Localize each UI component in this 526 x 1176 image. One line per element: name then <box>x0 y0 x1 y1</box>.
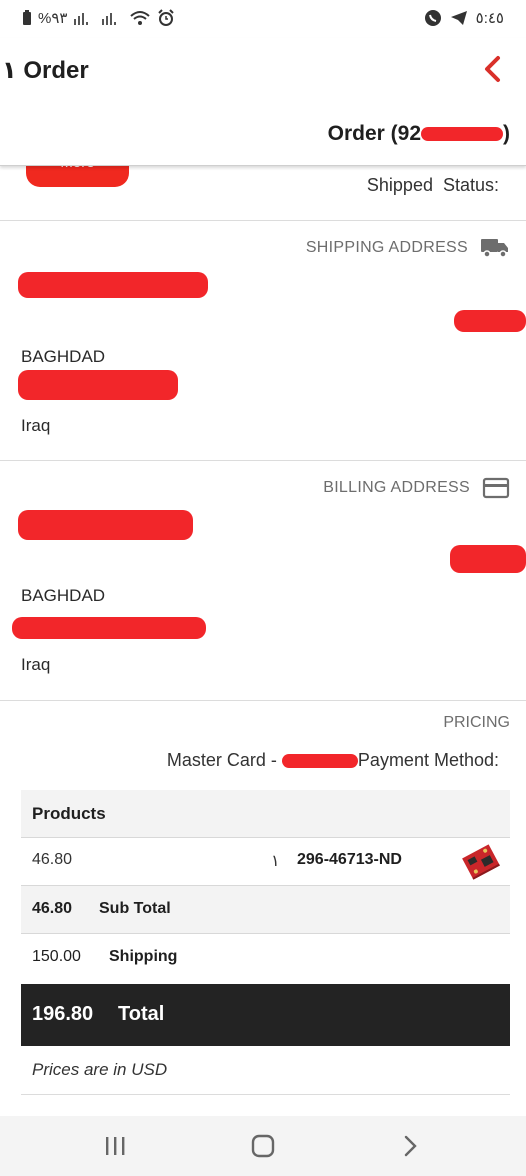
payment-method-label: Payment Method: <box>357 750 499 770</box>
page-title: ١ Order <box>2 57 89 84</box>
subtotal-label: Sub Total <box>99 900 171 917</box>
payment-method-value: Master Card - <box>166 750 282 770</box>
product-thumbnail-image[interactable] <box>460 842 502 882</box>
product-sku: 296-46713-ND <box>297 851 402 868</box>
billing-country: Iraq <box>21 655 51 674</box>
product-row[interactable] <box>21 838 510 886</box>
total-label: Total <box>118 1003 165 1025</box>
redaction-mark <box>421 127 503 142</box>
pricing-heading: PRICING <box>443 714 510 731</box>
redaction-mark <box>18 272 208 298</box>
battery-icon <box>23 10 31 25</box>
billing-city: BAGHDAD <box>21 586 106 605</box>
billing-address-label: BILLING ADDRESS <box>323 479 470 496</box>
whatsapp-icon <box>424 10 441 26</box>
signal-icon-2 <box>102 13 117 25</box>
shipping-country: Iraq <box>21 416 51 435</box>
order-status-row: Shipped Status: <box>367 175 499 196</box>
shipping-address-label: SHIPPING ADDRESS <box>305 239 468 256</box>
redaction-mark <box>18 510 193 540</box>
redaction-mark <box>18 370 178 400</box>
back-nav-icon[interactable] <box>396 1132 426 1160</box>
subtotal-value: 46.80 <box>32 900 73 917</box>
redaction-mark <box>450 545 526 573</box>
redaction-mark <box>12 617 206 639</box>
shipping-address-heading: SHIPPING ADDRESS <box>306 237 510 259</box>
status-value: Shipped <box>366 175 433 195</box>
signal-icon <box>74 13 89 25</box>
shipping-cost-value: 150.00 <box>32 948 81 965</box>
products-header-row: Products <box>21 790 510 838</box>
shipping-cost-row: 150.00 Shipping <box>21 934 510 982</box>
divider <box>0 700 526 701</box>
shipping-city: BAGHDAD <box>21 347 106 366</box>
currency-note: Prices are in USD <box>32 1060 168 1079</box>
back-chevron-icon[interactable] <box>478 52 508 88</box>
home-icon[interactable] <box>248 1132 278 1160</box>
total-row: 196.80 Total <box>21 984 510 1046</box>
shipping-cost-label: Shipping <box>109 948 178 965</box>
status-bar: %٩٣ ٥:٤٥ <box>0 0 526 38</box>
clock: ٥:٤٥ <box>475 10 504 27</box>
order-number-prefix: Order (92 <box>327 122 421 145</box>
order-number-suffix: ) <box>503 122 510 145</box>
product-price: 46.80 <box>32 851 73 868</box>
products-header: Products <box>32 804 106 823</box>
recent-apps-icon[interactable] <box>100 1132 130 1160</box>
redaction-mark <box>281 754 358 769</box>
battery-percent: %٩٣ <box>38 10 68 27</box>
divider <box>0 220 526 221</box>
divider <box>0 460 526 461</box>
total-value: 196.80 <box>32 1003 94 1025</box>
billing-address-heading: BILLING ADDRESS <box>323 477 510 499</box>
status-label: Status: <box>442 175 499 195</box>
alarm-icon <box>158 9 175 26</box>
system-navigation-bar <box>0 1116 526 1176</box>
telegram-icon <box>450 11 467 25</box>
credit-card-icon <box>482 477 510 499</box>
wifi-icon <box>130 11 151 25</box>
subtotal-row: 46.80 Sub Total <box>21 886 510 934</box>
product-quantity: ١ <box>271 853 280 870</box>
redaction-mark <box>454 310 526 332</box>
payment-method-row: Master Card - Payment Method: <box>167 750 499 771</box>
app-header: ١ Order Order (92) <box>0 38 526 166</box>
divider <box>21 1094 510 1095</box>
pricing-table: Products 46.80 ١ 296-46713-ND 46.80 Sub … <box>21 790 510 965</box>
order-number: Order (92) <box>328 122 510 146</box>
truck-icon <box>481 239 508 258</box>
